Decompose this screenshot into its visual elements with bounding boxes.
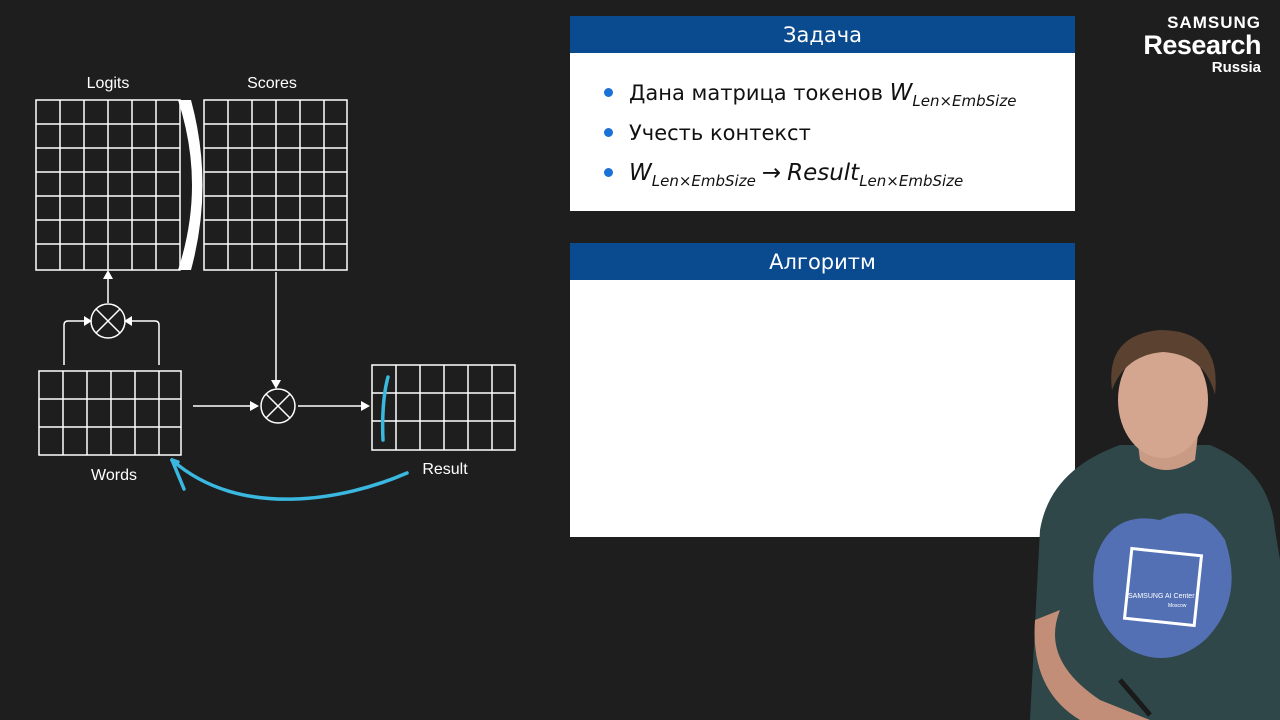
- multiply-node-top: [90, 303, 126, 339]
- task-bullet-1: Дана матрица токенов WLen×EmbSize: [604, 73, 1075, 113]
- algorithm-panel-title: Алгоритм: [570, 243, 1075, 280]
- scores-matrix: [203, 99, 348, 271]
- label-scores: Scores: [247, 75, 297, 92]
- label-logits: Logits: [87, 75, 130, 92]
- attention-diagram: Logits Scores Words Result: [35, 75, 516, 501]
- task-bullet-2: Учесть контекст: [604, 113, 1075, 153]
- logits-matrix: [35, 99, 181, 271]
- multiply-node-bottom: [260, 388, 296, 424]
- label-words: Words: [91, 467, 137, 484]
- task-list: Дана матрица токенов WLen×EmbSize Учесть…: [570, 53, 1075, 193]
- words-matrix: [38, 370, 182, 456]
- task-panel: Задача Дана матрица токенов WLen×EmbSize…: [570, 16, 1075, 211]
- mapping-formula: WLen×EmbSize → ResultLen×EmbSize: [629, 160, 964, 190]
- softmax-bracket: [178, 100, 203, 270]
- shirt-text-2: Moscow: [1168, 603, 1187, 609]
- label-result: Result: [422, 461, 468, 478]
- algorithm-panel: Алгоритм: [570, 243, 1075, 537]
- task-panel-title: Задача: [570, 16, 1075, 53]
- task-bullet-2-text: Учесть контекст: [629, 121, 811, 145]
- token-matrix-symbol: WLen×EmbSize: [889, 80, 1017, 110]
- arrowheads: [84, 270, 370, 411]
- diagram-connectors: [63, 272, 364, 407]
- samsung-research-logo: SAMSUNG Research Russia: [1143, 13, 1261, 76]
- shirt-text-1: SAMSUNG AI Center: [1128, 593, 1195, 600]
- result-matrix: [371, 364, 516, 451]
- task-bullet-3: WLen×EmbSize → ResultLen×EmbSize: [604, 153, 1075, 193]
- task-bullet-1-text: Дана матрица токенов: [629, 81, 883, 105]
